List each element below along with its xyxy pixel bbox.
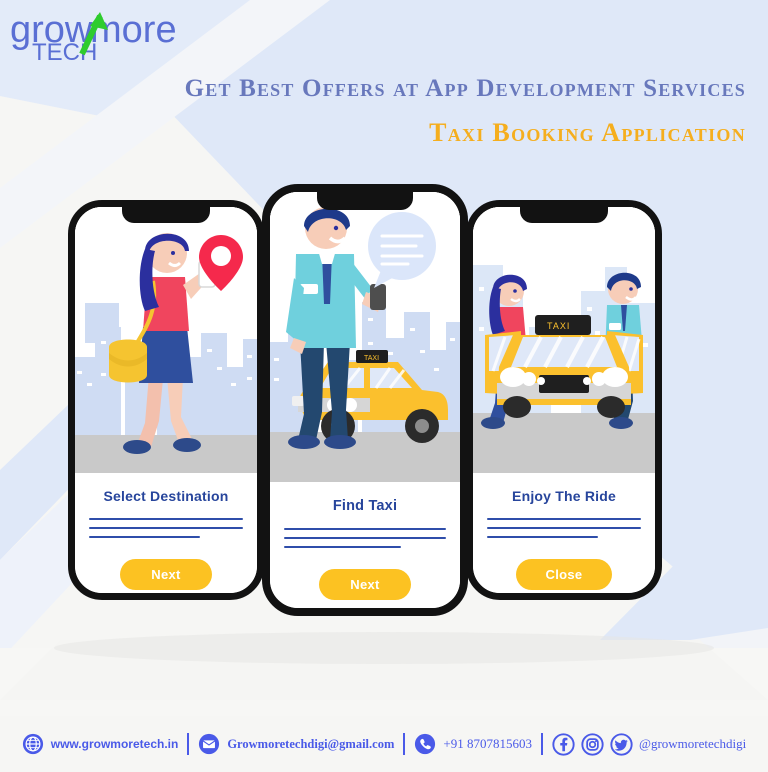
phone-mockup-select-destination: Select Destination Next: [68, 200, 264, 600]
placeholder-lines: [487, 518, 641, 545]
facebook-icon[interactable]: [552, 732, 575, 756]
placeholder-line: [487, 518, 641, 520]
placeholder-line: [284, 528, 446, 530]
phone-text: +91 8707815603: [443, 736, 532, 751]
cta-container: Close: [473, 545, 655, 593]
phone-mockup-enjoy-the-ride: TAXI Enjoy The Ride Close: [466, 200, 662, 600]
phone-screen: TAXI: [473, 207, 655, 593]
footer-divider: [540, 733, 543, 755]
svg-text:TAXI: TAXI: [364, 355, 379, 362]
footer-email[interactable]: Growmoretechdigi@gmail.com: [198, 733, 394, 755]
placeholder-line: [284, 546, 401, 548]
next-button[interactable]: Next: [319, 569, 411, 600]
twitter-icon[interactable]: [610, 732, 633, 756]
globe-icon: [22, 733, 43, 755]
footer-divider: [403, 733, 406, 755]
placeholder-line: [89, 536, 200, 538]
brand-logo[interactable]: grow more TECH: [10, 8, 190, 70]
footer-website[interactable]: www.growmoretech.in: [22, 733, 179, 755]
email-text: Growmoretechdigi@gmail.com: [227, 736, 395, 751]
social-handle-text: @growmoretechdigi: [638, 736, 747, 751]
footer-divider: [187, 733, 190, 755]
placeholder-lines: [284, 528, 446, 555]
website-text: www.growmoretech.in: [50, 737, 179, 751]
phone-mockup-find-taxi: TAXI Find Taxi Next: [262, 184, 468, 616]
phone-notch: [122, 207, 210, 223]
logo-text-more: more: [90, 9, 177, 51]
cta-container: Next: [270, 555, 460, 608]
placeholder-line: [284, 537, 446, 539]
contact-footer: www.growmoretech.in Growmoretechdigi@gma…: [0, 716, 768, 772]
phone-notch: [317, 192, 413, 210]
phone-screen: Select Destination Next: [75, 207, 257, 593]
instagram-icon[interactable]: [581, 732, 604, 756]
close-button[interactable]: Close: [515, 559, 613, 590]
illustration-select-destination: [75, 207, 257, 473]
headline-primary: Get Best Offers at App Development Servi…: [184, 75, 746, 102]
phone-notch: [520, 207, 608, 223]
headline-block: Get Best Offers at App Development Servi…: [0, 74, 768, 149]
illustration-enjoy-the-ride: TAXI: [473, 207, 655, 473]
placeholder-line: [89, 518, 243, 520]
phone-caption: Select Destination: [103, 488, 229, 504]
placeholder-line: [89, 527, 243, 529]
envelope-icon: [199, 733, 220, 755]
placeholder-line: [487, 527, 641, 529]
footer-social: @growmoretechdigi: [552, 732, 747, 756]
svg-text:TAXI: TAXI: [547, 321, 570, 331]
next-button[interactable]: Next: [120, 559, 212, 590]
phone-icon: [415, 733, 436, 755]
cta-container: Next: [75, 545, 257, 593]
footer-phone[interactable]: +91 8707815603: [414, 733, 532, 755]
phone-caption: Find Taxi: [332, 498, 398, 514]
poster-canvas: grow more TECH Get Best Offers at App De…: [0, 0, 768, 772]
phone-caption: Enjoy The Ride: [512, 488, 616, 504]
placeholder-lines: [89, 518, 243, 545]
illustration-find-taxi: TAXI: [270, 192, 460, 482]
phone-screen: TAXI: [270, 192, 460, 608]
mobile-phone-icon: [370, 284, 386, 310]
placeholder-line: [487, 536, 598, 538]
headline-secondary: Taxi Booking Application: [429, 118, 746, 147]
